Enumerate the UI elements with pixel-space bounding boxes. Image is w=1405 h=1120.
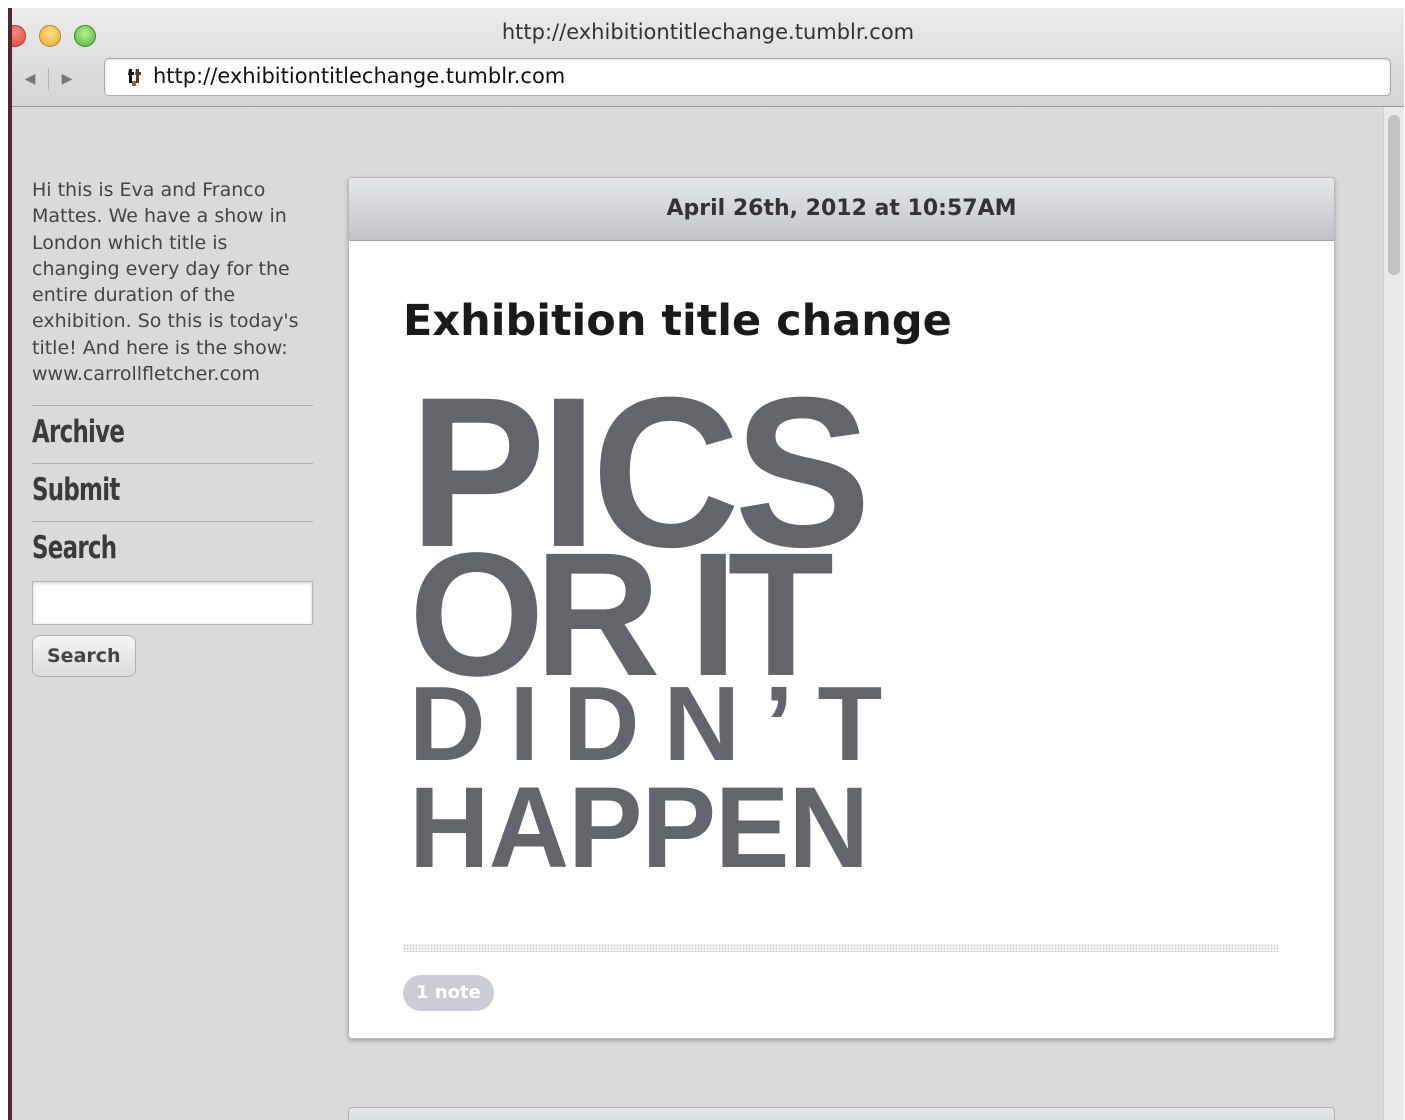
search-button[interactable]: Search bbox=[32, 635, 136, 678]
search-heading: Search bbox=[32, 530, 117, 567]
blog-description: Hi this is Eva and Franco Mattes. We hav… bbox=[32, 179, 299, 386]
title-bar: http://exhibitiontitlechange.tumblr.com … bbox=[12, 8, 1404, 107]
post-divider bbox=[403, 944, 1279, 952]
sidebar-item-archive[interactable]: Archive bbox=[32, 405, 313, 463]
submit-link[interactable]: Submit bbox=[32, 472, 120, 508]
next-post-header bbox=[348, 1107, 1335, 1120]
sidebar: Hi this is Eva and Franco Mattes. We hav… bbox=[32, 177, 313, 678]
history-buttons: ◀ ▶ bbox=[12, 63, 86, 95]
url-text: http://exhibitiontitlechange.tumblr.com bbox=[153, 64, 566, 88]
post-date[interactable]: April 26th, 2012 at 10:57AM bbox=[349, 178, 1334, 241]
scrollbar-thumb[interactable] bbox=[1388, 115, 1400, 275]
notes-badge[interactable]: 1 note bbox=[403, 975, 494, 1011]
post-title: Exhibition title change bbox=[403, 296, 952, 346]
sidebar-item-search: Search bbox=[32, 521, 313, 579]
sidebar-nav: Archive Submit Search bbox=[32, 405, 313, 579]
post-card: April 26th, 2012 at 10:57AM Exhibition t… bbox=[348, 177, 1335, 1039]
search-input[interactable] bbox=[32, 581, 313, 626]
sidebar-item-submit[interactable]: Submit bbox=[32, 463, 313, 521]
tumblr-favicon-icon bbox=[125, 68, 145, 88]
browser-window: http://exhibitiontitlechange.tumblr.com … bbox=[8, 8, 1404, 1120]
page-content: Hi this is Eva and Franco Mattes. We hav… bbox=[12, 107, 1404, 1120]
archive-link[interactable]: Archive bbox=[32, 414, 125, 450]
back-arrow-icon[interactable]: ◀ bbox=[12, 64, 48, 94]
address-bar[interactable]: http://exhibitiontitlechange.tumblr.com bbox=[104, 58, 1391, 96]
image-line-happen: HAPPEN bbox=[409, 764, 869, 892]
window-title: http://exhibitiontitlechange.tumblr.com bbox=[501, 20, 915, 44]
forward-arrow-icon[interactable]: ▶ bbox=[49, 64, 85, 94]
scrollbar[interactable] bbox=[1383, 107, 1404, 1120]
